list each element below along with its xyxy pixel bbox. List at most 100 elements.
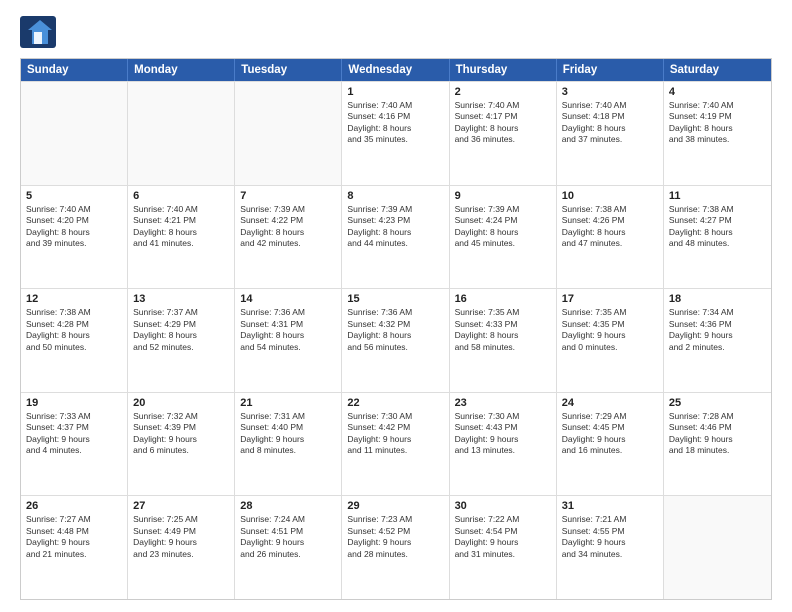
cell-info-line: Daylight: 9 hours (240, 537, 336, 548)
cell-info-line: and 41 minutes. (133, 238, 229, 249)
cell-info-line: Daylight: 9 hours (26, 434, 122, 445)
calendar-day-19: 19Sunrise: 7:33 AMSunset: 4:37 PMDayligh… (21, 393, 128, 496)
weekday-header: Sunday (21, 59, 128, 81)
calendar-day-16: 16Sunrise: 7:35 AMSunset: 4:33 PMDayligh… (450, 289, 557, 392)
cell-info-line: Sunset: 4:33 PM (455, 319, 551, 330)
cell-info-line: Sunrise: 7:36 AM (240, 307, 336, 318)
calendar-row: 12Sunrise: 7:38 AMSunset: 4:28 PMDayligh… (21, 288, 771, 392)
cell-info-line: Sunrise: 7:38 AM (669, 204, 766, 215)
cell-info-line: Sunrise: 7:37 AM (133, 307, 229, 318)
calendar-day-30: 30Sunrise: 7:22 AMSunset: 4:54 PMDayligh… (450, 496, 557, 599)
calendar-day-29: 29Sunrise: 7:23 AMSunset: 4:52 PMDayligh… (342, 496, 449, 599)
calendar-day-20: 20Sunrise: 7:32 AMSunset: 4:39 PMDayligh… (128, 393, 235, 496)
day-number: 7 (240, 190, 336, 202)
cell-info-line: Sunset: 4:39 PM (133, 422, 229, 433)
cell-info-line: and 50 minutes. (26, 342, 122, 353)
cell-info-line: Sunrise: 7:24 AM (240, 514, 336, 525)
cell-info-line: Daylight: 9 hours (562, 434, 658, 445)
cell-info-line: Daylight: 8 hours (240, 227, 336, 238)
calendar-header: SundayMondayTuesdayWednesdayThursdayFrid… (21, 59, 771, 81)
day-number: 29 (347, 500, 443, 512)
cell-info-line: Sunset: 4:42 PM (347, 422, 443, 433)
cell-info-line: Sunset: 4:21 PM (133, 215, 229, 226)
calendar-empty-cell (21, 82, 128, 185)
cell-info-line: Sunset: 4:31 PM (240, 319, 336, 330)
calendar-day-28: 28Sunrise: 7:24 AMSunset: 4:51 PMDayligh… (235, 496, 342, 599)
cell-info-line: Daylight: 8 hours (240, 330, 336, 341)
day-number: 19 (26, 397, 122, 409)
cell-info-line: and 4 minutes. (26, 445, 122, 456)
cell-info-line: and 54 minutes. (240, 342, 336, 353)
calendar-day-1: 1Sunrise: 7:40 AMSunset: 4:16 PMDaylight… (342, 82, 449, 185)
cell-info-line: and 56 minutes. (347, 342, 443, 353)
calendar-day-7: 7 Sunrise: 7:39 AMSunset: 4:22 PMDaylight… (235, 186, 342, 289)
cell-info-line: Sunset: 4:16 PM (347, 111, 443, 122)
logo-icon (20, 16, 56, 48)
cell-info-line: Sunset: 4:22 PM (240, 215, 336, 226)
day-number: 25 (669, 397, 766, 409)
cell-info-line: Sunrise: 7:39 AM (455, 204, 551, 215)
cell-info-line: Sunset: 4:32 PM (347, 319, 443, 330)
cell-info-line: and 45 minutes. (455, 238, 551, 249)
day-number: 15 (347, 293, 443, 305)
cell-info-line: Sunset: 4:26 PM (562, 215, 658, 226)
cell-info-line: and 34 minutes. (562, 549, 658, 560)
cell-info-line: Daylight: 9 hours (455, 434, 551, 445)
cell-info-line: Sunrise: 7:36 AM (347, 307, 443, 318)
weekday-header: Saturday (664, 59, 771, 81)
calendar-day-10: 10Sunrise: 7:38 AMSunset: 4:26 PMDayligh… (557, 186, 664, 289)
day-number: 2 (455, 86, 551, 98)
calendar-day-24: 24Sunrise: 7:29 AMSunset: 4:45 PMDayligh… (557, 393, 664, 496)
day-number: 13 (133, 293, 229, 305)
day-number: 11 (669, 190, 766, 202)
calendar-body: 1Sunrise: 7:40 AMSunset: 4:16 PMDaylight… (21, 81, 771, 599)
day-number: 24 (562, 397, 658, 409)
calendar-row: 19Sunrise: 7:33 AMSunset: 4:37 PMDayligh… (21, 392, 771, 496)
day-number: 3 (562, 86, 658, 98)
cell-info-line: Sunset: 4:52 PM (347, 526, 443, 537)
cell-info-line: Daylight: 8 hours (669, 227, 766, 238)
day-number: 30 (455, 500, 551, 512)
calendar-row: 1Sunrise: 7:40 AMSunset: 4:16 PMDaylight… (21, 81, 771, 185)
cell-info-line: Sunrise: 7:40 AM (562, 100, 658, 111)
weekday-header: Thursday (450, 59, 557, 81)
cell-info-line: Sunrise: 7:34 AM (669, 307, 766, 318)
cell-info-line: and 44 minutes. (347, 238, 443, 249)
cell-info-line: Sunrise: 7:23 AM (347, 514, 443, 525)
cell-info-line: and 42 minutes. (240, 238, 336, 249)
cell-info-line: Daylight: 8 hours (347, 123, 443, 134)
cell-info-line: Sunset: 4:20 PM (26, 215, 122, 226)
cell-info-line: Sunset: 4:55 PM (562, 526, 658, 537)
cell-info-line: Sunset: 4:17 PM (455, 111, 551, 122)
calendar-day-18: 18Sunrise: 7:34 AMSunset: 4:36 PMDayligh… (664, 289, 771, 392)
calendar: SundayMondayTuesdayWednesdayThursdayFrid… (20, 58, 772, 600)
cell-info-line: Sunrise: 7:33 AM (26, 411, 122, 422)
cell-info-line: and 26 minutes. (240, 549, 336, 560)
cell-info-line: Sunrise: 7:39 AM (240, 204, 336, 215)
day-number: 23 (455, 397, 551, 409)
weekday-header: Wednesday (342, 59, 449, 81)
cell-info-line: Daylight: 8 hours (562, 123, 658, 134)
cell-info-line: Sunrise: 7:35 AM (455, 307, 551, 318)
day-number: 31 (562, 500, 658, 512)
cell-info-line: Daylight: 8 hours (455, 227, 551, 238)
cell-info-line: and 0 minutes. (562, 342, 658, 353)
calendar-day-9: 9Sunrise: 7:39 AMSunset: 4:24 PMDaylight… (450, 186, 557, 289)
cell-info-line: Daylight: 8 hours (347, 227, 443, 238)
cell-info-line: and 6 minutes. (133, 445, 229, 456)
calendar-row: 5Sunrise: 7:40 AMSunset: 4:20 PMDaylight… (21, 185, 771, 289)
calendar-day-12: 12Sunrise: 7:38 AMSunset: 4:28 PMDayligh… (21, 289, 128, 392)
cell-info-line: Sunrise: 7:40 AM (669, 100, 766, 111)
cell-info-line: Daylight: 8 hours (26, 330, 122, 341)
cell-info-line: Sunset: 4:40 PM (240, 422, 336, 433)
calendar-day-31: 31Sunrise: 7:21 AMSunset: 4:55 PMDayligh… (557, 496, 664, 599)
cell-info-line: Sunset: 4:19 PM (669, 111, 766, 122)
cell-info-line: Sunrise: 7:21 AM (562, 514, 658, 525)
cell-info-line: Sunrise: 7:28 AM (669, 411, 766, 422)
weekday-header: Monday (128, 59, 235, 81)
cell-info-line: and 36 minutes. (455, 134, 551, 145)
day-number: 22 (347, 397, 443, 409)
page: SundayMondayTuesdayWednesdayThursdayFrid… (0, 0, 792, 612)
cell-info-line: Sunset: 4:43 PM (455, 422, 551, 433)
cell-info-line: and 8 minutes. (240, 445, 336, 456)
